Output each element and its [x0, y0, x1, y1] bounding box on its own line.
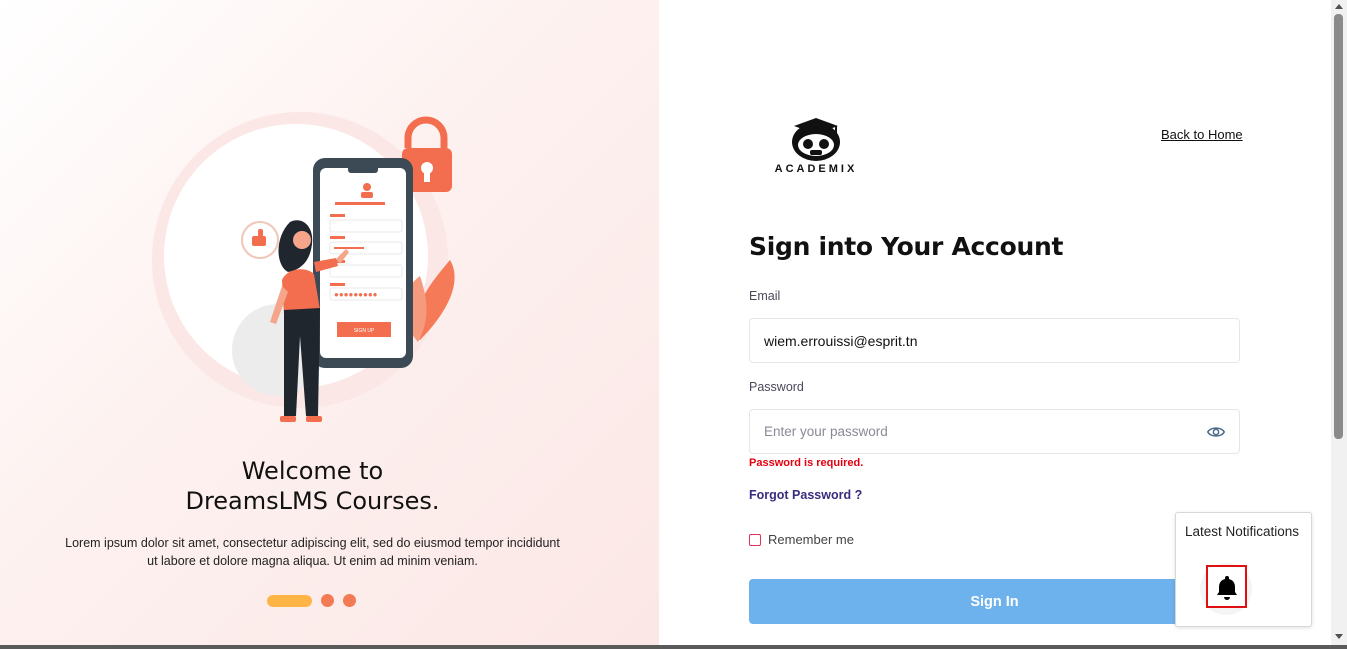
password-label: Password [749, 380, 804, 394]
bottom-edge-bar [0, 645, 1347, 649]
welcome-line-2: DreamsLMS Courses. [185, 487, 440, 515]
description-line-1: Lorem ipsum dolor sit amet, consectetur … [65, 536, 560, 550]
page-title: Sign into Your Account [749, 232, 1064, 261]
login-illustration: ●●●●●●●●● SIGN UP [152, 112, 455, 422]
welcome-line-1: Welcome to [241, 457, 384, 485]
sign-in-button[interactable]: Sign In [749, 579, 1240, 624]
remember-me-label: Remember me [768, 532, 854, 547]
vertical-scrollbar[interactable] [1331, 0, 1347, 645]
remember-me[interactable]: Remember me [749, 532, 854, 547]
scrollbar-thumb[interactable] [1334, 14, 1343, 439]
email-value: wiem.errouissi@esprit.tn [764, 332, 918, 349]
carousel-dot-3[interactable] [343, 594, 356, 607]
carousel-dot-1[interactable] [267, 594, 312, 607]
back-to-home-link[interactable]: Back to Home [1161, 127, 1243, 142]
password-error: Password is required. [749, 457, 864, 469]
svg-text:●●●●●●●●●: ●●●●●●●●● [334, 290, 378, 299]
remember-me-checkbox[interactable] [749, 533, 761, 546]
svg-text:SIGN UP: SIGN UP [354, 328, 375, 334]
login-page: ●●●●●●●●● SIGN UP Welcome to DreamsLMS C… [0, 0, 1347, 649]
password-field[interactable]: Enter your password [749, 409, 1240, 454]
welcome-panel: ●●●●●●●●● SIGN UP Welcome to DreamsLMS C… [0, 0, 659, 645]
logo-text: ACADEMIX [774, 163, 858, 175]
email-field[interactable]: wiem.errouissi@esprit.tn [749, 318, 1240, 363]
welcome-description: Lorem ipsum dolor sit amet, consectetur … [55, 534, 570, 570]
notification-bell-button[interactable] [1206, 565, 1247, 608]
notifications-widget[interactable]: Latest Notifications [1175, 512, 1312, 627]
scroll-up-arrow-icon[interactable] [1335, 4, 1343, 9]
carousel-dot-2[interactable] [321, 594, 334, 607]
eye-icon[interactable] [1207, 423, 1225, 441]
bell-icon [1216, 575, 1237, 600]
email-label: Email [749, 289, 781, 303]
notifications-title: Latest Notifications [1185, 524, 1300, 539]
carousel-dots [267, 594, 356, 607]
scroll-down-arrow-icon[interactable] [1335, 634, 1343, 639]
welcome-heading: Welcome to DreamsLMS Courses. [0, 456, 625, 516]
description-line-2: ut labore et dolore magna aliqua. Ut eni… [147, 554, 478, 568]
password-placeholder: Enter your password [764, 424, 888, 439]
forgot-password-link[interactable]: Forgot Password ? [749, 488, 862, 502]
